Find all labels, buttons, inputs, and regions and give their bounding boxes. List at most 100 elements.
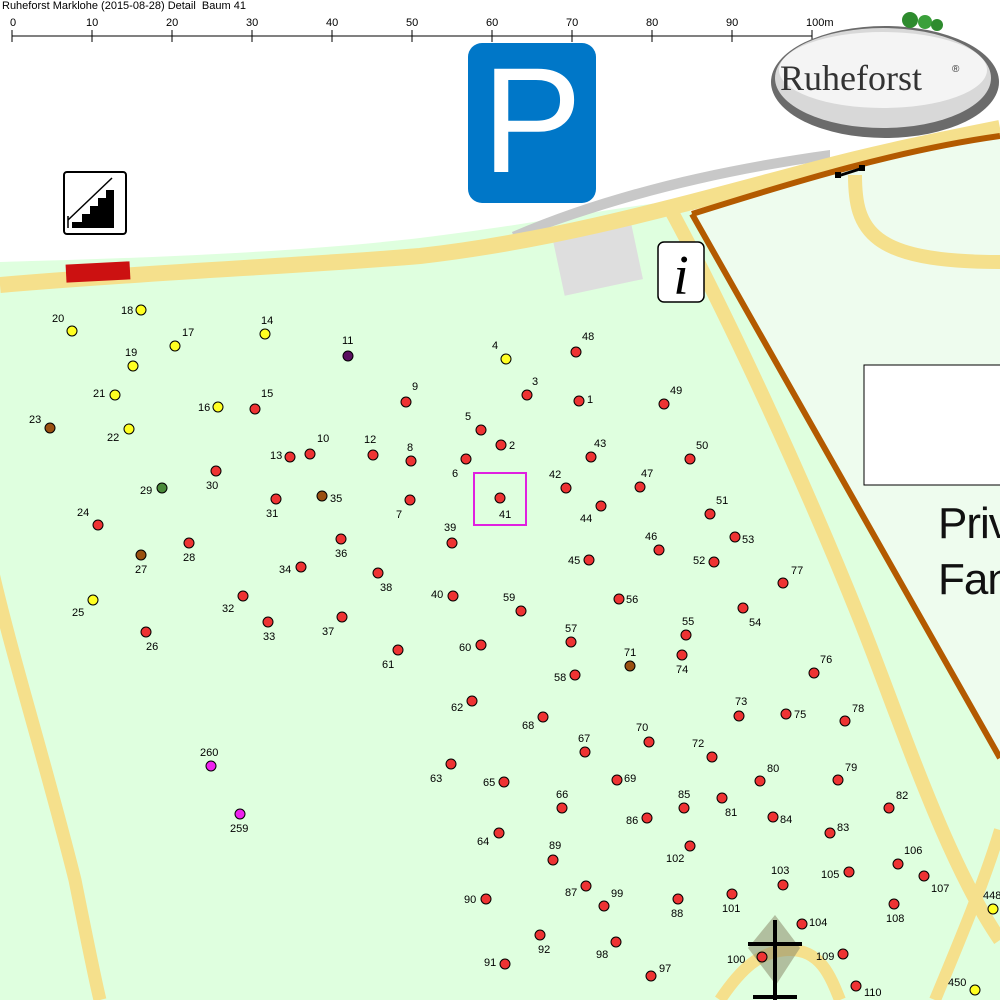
tree-dot[interactable] — [756, 951, 768, 963]
tree-dot[interactable] — [704, 508, 716, 520]
tree-dot[interactable] — [684, 840, 696, 852]
tree-dot[interactable] — [87, 594, 99, 606]
tree-dot[interactable] — [400, 396, 412, 408]
tree-dot[interactable] — [595, 500, 607, 512]
tree-dot[interactable] — [987, 903, 999, 915]
tree-dot[interactable] — [598, 900, 610, 912]
tree-dot[interactable] — [237, 590, 249, 602]
tree-dot[interactable] — [839, 715, 851, 727]
tree-dot[interactable] — [676, 649, 688, 661]
tree-dot[interactable] — [342, 350, 354, 362]
tree-dot[interactable] — [634, 481, 646, 493]
tree-dot[interactable] — [565, 636, 577, 648]
tree-dot[interactable] — [210, 465, 222, 477]
tree-dot[interactable] — [445, 758, 457, 770]
tree-dot[interactable] — [613, 593, 625, 605]
tree-dot[interactable] — [556, 802, 568, 814]
tree-dot[interactable] — [521, 389, 533, 401]
tree-dot[interactable] — [205, 760, 217, 772]
tree-dot[interactable] — [569, 669, 581, 681]
tree-dot[interactable] — [580, 880, 592, 892]
tree-dot[interactable] — [44, 422, 56, 434]
tree-dot[interactable] — [726, 888, 738, 900]
tree-dot[interactable] — [460, 453, 472, 465]
tree-dot[interactable] — [850, 980, 862, 992]
tree-dot[interactable] — [284, 451, 296, 463]
tree-marker-69[interactable]: 69 — [611, 773, 636, 786]
tree-dot[interactable] — [611, 774, 623, 786]
tree-dot[interactable] — [537, 711, 549, 723]
tree-dot[interactable] — [304, 448, 316, 460]
tree-dot[interactable] — [729, 531, 741, 543]
tree-dot[interactable] — [583, 554, 595, 566]
tree-dot[interactable] — [678, 802, 690, 814]
tree-dot[interactable] — [585, 451, 597, 463]
tree-dot[interactable] — [777, 879, 789, 891]
tree-dot[interactable] — [372, 567, 384, 579]
tree-dot[interactable] — [140, 626, 152, 638]
tree-dot[interactable] — [515, 605, 527, 617]
tree-dot[interactable] — [123, 423, 135, 435]
tree-dot[interactable] — [405, 455, 417, 467]
tree-dot[interactable] — [367, 449, 379, 461]
tree-dot[interactable] — [498, 776, 510, 788]
tree-dot[interactable] — [680, 629, 692, 641]
tree-dot[interactable] — [706, 751, 718, 763]
info-icon[interactable]: i — [657, 241, 705, 307]
tree-dot[interactable] — [653, 544, 665, 556]
tree-dot[interactable] — [109, 389, 121, 401]
tree-dot[interactable] — [737, 602, 749, 614]
tree-dot[interactable] — [259, 328, 271, 340]
tree-marker-104[interactable]: 104 — [796, 917, 827, 930]
tree-dot[interactable] — [66, 325, 78, 337]
tree-dot[interactable] — [447, 590, 459, 602]
tree-dot[interactable] — [169, 340, 181, 352]
tree-dot[interactable] — [808, 667, 820, 679]
tree-dot[interactable] — [335, 533, 347, 545]
tree-dot[interactable] — [316, 490, 328, 502]
tree-dot[interactable] — [883, 802, 895, 814]
tree-dot[interactable] — [672, 893, 684, 905]
tree-dot[interactable] — [495, 439, 507, 451]
tree-dot[interactable] — [234, 808, 246, 820]
tree-dot[interactable] — [392, 644, 404, 656]
tree-dot[interactable] — [183, 537, 195, 549]
tree-dot[interactable] — [135, 304, 147, 316]
tree-dot[interactable] — [918, 870, 930, 882]
tree-dot[interactable] — [570, 346, 582, 358]
tree-dot[interactable] — [499, 958, 511, 970]
tree-dot[interactable] — [643, 736, 655, 748]
tree-dot[interactable] — [767, 811, 779, 823]
stairs-icon[interactable] — [63, 171, 127, 235]
tree-dot[interactable] — [534, 929, 546, 941]
tree-dot[interactable] — [573, 395, 585, 407]
tree-dot[interactable] — [716, 792, 728, 804]
tree-dot[interactable] — [494, 492, 506, 504]
tree-dot[interactable] — [475, 424, 487, 436]
tree-dot[interactable] — [404, 494, 416, 506]
tree-dot[interactable] — [500, 353, 512, 365]
tree-dot[interactable] — [336, 611, 348, 623]
tree-dot[interactable] — [969, 984, 981, 996]
tree-dot[interactable] — [560, 482, 572, 494]
tree-dot[interactable] — [708, 556, 720, 568]
tree-dot[interactable] — [270, 493, 282, 505]
map-canvas[interactable]: 0 10 20 30 40 50 60 70 80 90 100m P i Ru… — [0, 0, 1000, 1000]
tree-dot[interactable] — [888, 898, 900, 910]
tree-dot[interactable] — [446, 537, 458, 549]
tree-dot[interactable] — [832, 774, 844, 786]
tree-dot[interactable] — [493, 827, 505, 839]
tree-dot[interactable] — [796, 918, 808, 930]
tree-dot[interactable] — [480, 893, 492, 905]
tree-dot[interactable] — [645, 970, 657, 982]
tree-marker-75[interactable]: 75 — [780, 708, 806, 721]
tree-dot[interactable] — [837, 948, 849, 960]
tree-dot[interactable] — [658, 398, 670, 410]
tree-dot[interactable] — [475, 639, 487, 651]
forest-map[interactable]: 0 10 20 30 40 50 60 70 80 90 100m P i Ru… — [0, 0, 1000, 1000]
tree-dot[interactable] — [295, 561, 307, 573]
tree-dot[interactable] — [249, 403, 261, 415]
tree-dot[interactable] — [892, 858, 904, 870]
tree-dot[interactable] — [780, 708, 792, 720]
tree-dot[interactable] — [684, 453, 696, 465]
